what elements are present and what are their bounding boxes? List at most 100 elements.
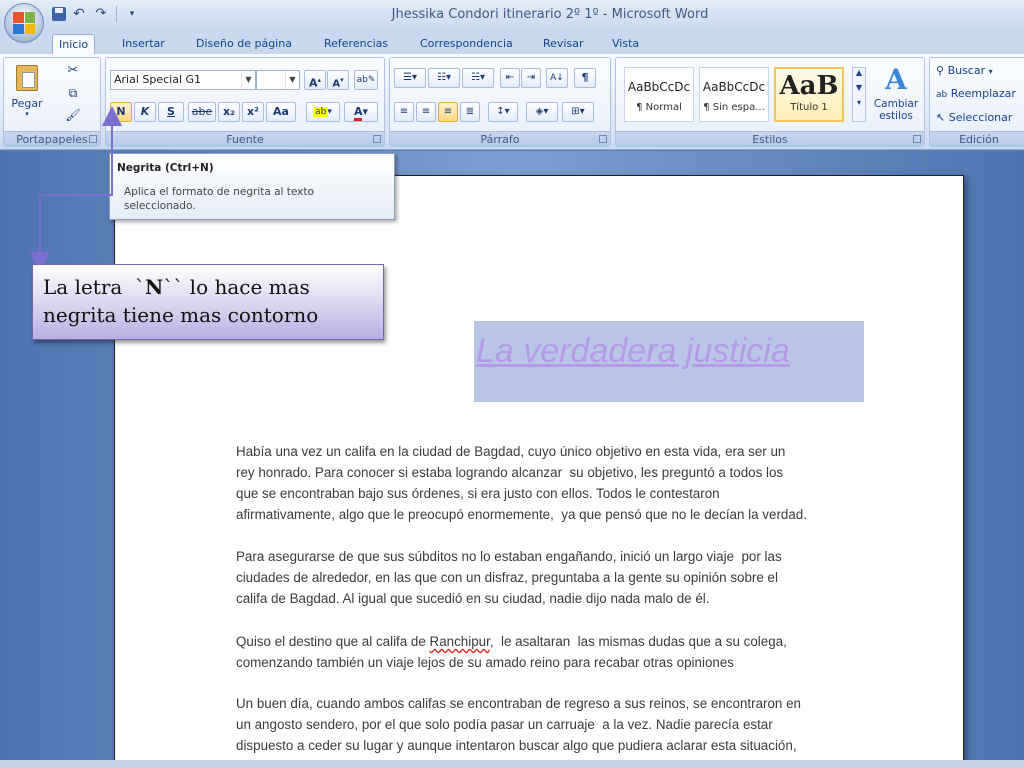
group-styles: AaBbCcDc ¶ Normal AaBbCcDc ¶ Sin espa...… xyxy=(615,57,925,147)
copy-icon[interactable]: ⧉ xyxy=(62,84,84,104)
style-heading-1-sample: AaB xyxy=(779,71,839,101)
select-button[interactable]: ↖ Seleccionar xyxy=(936,111,1012,129)
group-clipboard: Pegar ▾ ✂ ⧉ 🖌 Portapapeles xyxy=(3,57,101,147)
numbering-button[interactable]: ☷▾ xyxy=(428,68,460,88)
change-styles-icon: A xyxy=(885,63,907,96)
shading-button[interactable]: ◈▾ xyxy=(526,102,558,122)
callout-bold-letter: N xyxy=(145,275,164,299)
bold-button[interactable]: N xyxy=(110,102,132,122)
tab-inicio[interactable]: Inicio xyxy=(52,34,96,54)
bold-tooltip: Negrita (Ctrl+N) Aplica el formato de ne… xyxy=(109,153,395,220)
style-normal-sample: AaBbCcDc xyxy=(627,80,691,94)
change-styles-button[interactable]: A Cambiar estilos xyxy=(870,62,922,126)
paragraph-line: un angosto sendero, por el que solo podí… xyxy=(236,717,773,732)
paragraph-4[interactable]: Un buen día, cuando ambos califas se enc… xyxy=(236,693,846,756)
office-logo-icon xyxy=(13,12,35,34)
find-label: Buscar xyxy=(947,64,986,77)
tab-diseno-pagina[interactable]: Diseño de página xyxy=(190,34,298,54)
style-normal[interactable]: AaBbCcDc ¶ Normal xyxy=(624,67,694,122)
document-title[interactable]: La verdadera justicia xyxy=(476,332,790,371)
paragraph-group-label: Párrafo xyxy=(390,131,610,146)
subscript-button[interactable]: x₂ xyxy=(218,102,240,122)
highlight-color-button[interactable]: ab▾ xyxy=(306,102,340,122)
callout-text: La letra ` xyxy=(43,275,146,299)
styles-launcher-icon[interactable] xyxy=(913,135,921,143)
format-painter-icon[interactable]: 🖌 xyxy=(62,106,84,126)
styles-gallery-scroll[interactable]: ▲ ▼ ▾ xyxy=(852,67,866,122)
clear-format-icon[interactable]: ab✎ xyxy=(354,70,378,90)
borders-button[interactable]: ⊞▾ xyxy=(562,102,594,122)
gallery-up-icon[interactable]: ▲ xyxy=(853,68,865,77)
change-styles-label: Cambiar estilos xyxy=(873,98,919,122)
show-formatting-button[interactable]: ¶ xyxy=(574,68,596,88)
paragraph-line: Para asegurarse de que sus súbditos no l… xyxy=(236,549,782,564)
tooltip-body: Aplica el formato de negrita al texto se… xyxy=(124,186,314,212)
paragraph-line: Había una vez un califa en la ciudad de … xyxy=(236,444,786,459)
style-normal-name: ¶ Normal xyxy=(636,102,682,113)
paragraph-2[interactable]: Para asegurarse de que sus súbditos no l… xyxy=(236,546,846,609)
align-right-button[interactable]: ≡ xyxy=(438,102,458,122)
tab-revisar[interactable]: Revisar xyxy=(537,34,589,54)
line-spacing-button[interactable]: ↕▾ xyxy=(488,102,518,122)
shrink-font-button[interactable]: A▾ xyxy=(327,70,349,90)
callout-line-1: La letra `N`` lo hace mas xyxy=(43,273,383,301)
replace-button[interactable]: ab Reemplazar xyxy=(936,87,1016,105)
change-case-button[interactable]: Aa xyxy=(266,102,296,122)
font-group-label: Fuente xyxy=(106,131,384,146)
decrease-indent-button[interactable]: ⇤ xyxy=(500,68,520,88)
gallery-down-icon[interactable]: ▼ xyxy=(853,83,865,92)
justify-button[interactable]: ≣ xyxy=(460,102,480,122)
superscript-button[interactable]: x² xyxy=(242,102,264,122)
grow-font-button[interactable]: A▴ xyxy=(304,70,326,90)
window-title: Jhessika Condori itinerario 2º 1º - Micr… xyxy=(391,7,709,22)
clipboard-launcher-icon[interactable] xyxy=(89,135,97,143)
paragraph-3[interactable]: Quiso el destino que al califa de Ranchi… xyxy=(236,631,846,673)
font-name-dropdown-icon[interactable]: ▼ xyxy=(241,71,255,89)
style-heading-1-name: Título 1 xyxy=(790,102,828,113)
multilevel-list-button[interactable]: ☵▾ xyxy=(462,68,494,88)
office-button[interactable] xyxy=(4,3,44,43)
style-heading-1[interactable]: AaB Título 1 xyxy=(774,67,844,122)
ribbon: Pegar ▾ ✂ ⧉ 🖌 Portapapeles Arial Special… xyxy=(0,54,1024,150)
tab-vista[interactable]: Vista xyxy=(606,34,645,54)
tab-correspondencia[interactable]: Correspondencia xyxy=(414,34,519,54)
cut-icon[interactable]: ✂ xyxy=(62,62,84,82)
font-size-dropdown-icon[interactable]: ▼ xyxy=(285,71,299,89)
editing-group-label: Edición xyxy=(930,131,1024,146)
style-no-spacing-sample: AaBbCcDc xyxy=(702,80,766,94)
paste-icon xyxy=(16,65,38,91)
increase-indent-button[interactable]: ⇥ xyxy=(521,68,541,88)
paragraph-line: que se encontraban bajo sus órdenes, si … xyxy=(236,486,720,501)
font-name-combo[interactable]: Arial Special G1 ▼ xyxy=(110,70,256,90)
gallery-more-icon[interactable]: ▾ xyxy=(853,98,865,107)
align-left-button[interactable]: ≡ xyxy=(394,102,414,122)
group-editing: ⚲ Buscar ▾ ab Reemplazar ↖ Seleccionar E… xyxy=(929,57,1024,147)
font-color-button[interactable]: A▾ xyxy=(344,102,378,122)
styles-group-label: Estilos xyxy=(616,131,924,146)
tooltip-title: Negrita (Ctrl+N) xyxy=(117,162,214,174)
italic-button[interactable]: K xyxy=(134,102,156,122)
font-launcher-icon[interactable] xyxy=(373,135,381,143)
find-dropdown-icon: ▾ xyxy=(988,67,993,76)
sort-button[interactable]: A↓ xyxy=(546,68,568,88)
style-no-spacing[interactable]: AaBbCcDc ¶ Sin espa... xyxy=(699,67,769,122)
tab-insertar[interactable]: Insertar xyxy=(116,34,171,54)
bullets-button[interactable]: ☰▾ xyxy=(394,68,426,88)
group-font: Arial Special G1 ▼ ▼ A▴ A▾ ab✎ N K S abe… xyxy=(105,57,385,147)
font-size-combo[interactable]: ▼ xyxy=(256,70,300,90)
binoculars-icon: ⚲ xyxy=(936,64,945,77)
tab-referencias[interactable]: Referencias xyxy=(318,34,394,54)
title-bar: ↶ ↷ ▾ Jhessika Condori itinerario 2º 1º … xyxy=(0,0,1024,32)
underline-button[interactable]: S xyxy=(158,102,184,122)
find-button[interactable]: ⚲ Buscar ▾ xyxy=(936,64,993,82)
strikethrough-button[interactable]: abe xyxy=(188,102,216,122)
spelling-error-word[interactable]: Ranchipur xyxy=(430,634,490,649)
ribbon-tabs: Inicio Insertar Diseño de página Referen… xyxy=(0,32,1024,54)
paste-button[interactable]: Pegar ▾ xyxy=(10,63,44,125)
clipboard-group-label: Portapapeles xyxy=(4,131,100,146)
paragraph-launcher-icon[interactable] xyxy=(599,135,607,143)
paragraph-line: Un buen día, cuando ambos califas se enc… xyxy=(236,696,801,711)
paragraph-1[interactable]: Había una vez un califa en la ciudad de … xyxy=(236,441,846,525)
paragraph-line: dispuesto a ceder su lugar y aunque inte… xyxy=(236,738,797,753)
align-center-button[interactable]: ≡ xyxy=(416,102,436,122)
